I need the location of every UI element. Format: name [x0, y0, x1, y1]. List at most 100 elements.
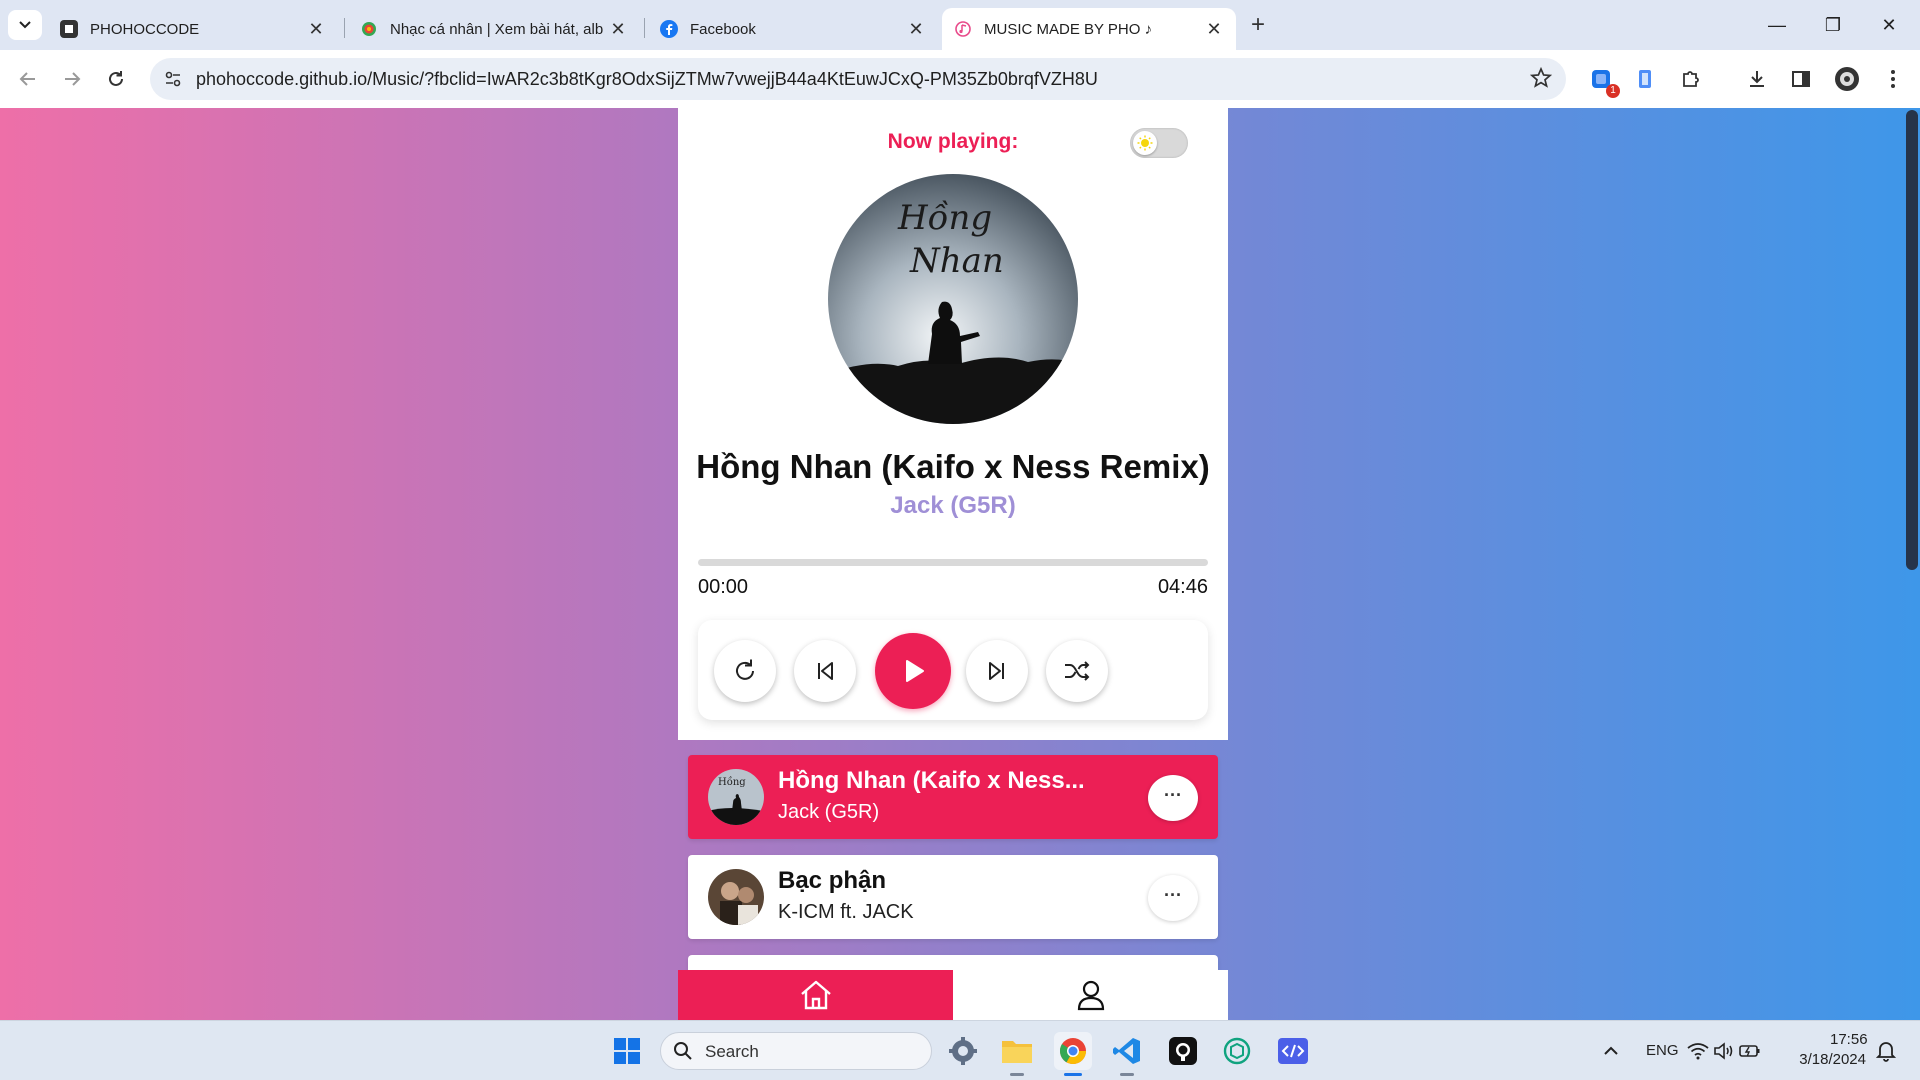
- github-icon: [1169, 1037, 1197, 1065]
- current-time: 00:00: [698, 576, 749, 598]
- close-tab-icon[interactable]: ✕: [906, 19, 926, 40]
- svg-text:Nhan: Nhan: [909, 241, 1004, 281]
- browser-menu-icon[interactable]: [1878, 64, 1908, 94]
- cd-art-text: Hồng: [897, 198, 992, 238]
- theme-toggle[interactable]: [1130, 128, 1188, 158]
- side-panel-icon[interactable]: [1786, 64, 1816, 94]
- back-button[interactable]: [12, 63, 44, 95]
- next-button[interactable]: [966, 640, 1028, 702]
- language-indicator[interactable]: ENG: [1646, 1042, 1679, 1059]
- download-icon[interactable]: [1742, 64, 1772, 94]
- restore-button[interactable]: ❐: [1810, 10, 1856, 40]
- skip-back-icon: [818, 662, 833, 680]
- tab-title: MUSIC MADE BY PHO ♪: [984, 20, 1153, 38]
- close-tab-icon[interactable]: ✕: [608, 19, 628, 40]
- chrome-icon: [1059, 1038, 1087, 1065]
- battery-icon: [1739, 1045, 1760, 1057]
- tab-zingmp3[interactable]: Nhạc cá nhân | Xem bài hát, alb ✕: [348, 8, 640, 50]
- tab-title: Facebook: [690, 20, 756, 38]
- windows-taskbar: Search ENG 17:56 3/18/2024: [0, 1020, 1920, 1080]
- playlist-item[interactable]: Hồng Hồng Nhan (Kaifo x Ness... Jack (G5…: [688, 755, 1218, 839]
- address-bar[interactable]: phohoccode.github.io/Music/?fbclid=IwAR2…: [150, 58, 1566, 100]
- playlist-song-title: Hồng Nhan (Kaifo x Ness...: [778, 767, 1085, 794]
- phohoccode-favicon-icon: [60, 20, 78, 38]
- chevron-up-icon: [1604, 1046, 1618, 1055]
- vscode-icon: [1113, 1038, 1140, 1064]
- tab-title: Nhạc cá nhân | Xem bài hát, alb: [390, 20, 604, 38]
- reload-button[interactable]: [100, 63, 132, 95]
- profile-avatar-icon[interactable]: [1832, 64, 1862, 94]
- play-icon: [906, 660, 924, 682]
- puzzle-extensions-icon[interactable]: [1676, 64, 1706, 94]
- extension-icon[interactable]: 1: [1586, 64, 1620, 98]
- scrollbar-thumb[interactable]: [1906, 110, 1918, 570]
- playlist-item[interactable]: Bạc phận K-ICM ft. JACK ···: [688, 855, 1218, 939]
- chrome-app-button[interactable]: [1054, 1032, 1092, 1076]
- bell-icon: [1876, 1042, 1896, 1062]
- github-app-button[interactable]: [1164, 1032, 1202, 1070]
- new-tab-button[interactable]: +: [1244, 12, 1272, 40]
- prev-button[interactable]: [794, 640, 856, 702]
- dev-tool-app-button[interactable]: [1274, 1032, 1312, 1070]
- tab-search-button[interactable]: [8, 10, 42, 40]
- page-scrollbar[interactable]: [1904, 108, 1920, 1020]
- translate-extension-icon[interactable]: [1630, 64, 1660, 94]
- extension-badge: 1: [1606, 84, 1620, 98]
- vscode-app-button[interactable]: [1108, 1032, 1146, 1076]
- minimize-button[interactable]: —: [1754, 10, 1800, 40]
- clock-time[interactable]: 17:56: [1830, 1031, 1868, 1048]
- url-text: phohoccode.github.io/Music/?fbclid=IwAR2…: [196, 69, 1098, 89]
- progress-slider[interactable]: [698, 559, 1208, 566]
- search-icon: [673, 1041, 693, 1066]
- file-explorer-button[interactable]: [998, 1032, 1036, 1076]
- player-controls: [698, 620, 1208, 720]
- forward-button[interactable]: [56, 63, 88, 95]
- tab-strip: PHOHOCCODE ✕ Nhạc cá nhân | Xem bài hát,…: [0, 0, 1920, 50]
- close-tab-icon[interactable]: ✕: [1204, 19, 1224, 40]
- player-dashboard: Now playing: Hồng Nhan Hồng Nhan (Kaifo …: [678, 108, 1228, 740]
- quick-settings-button[interactable]: [1686, 1032, 1762, 1070]
- volume-icon: [1714, 1042, 1733, 1060]
- start-button[interactable]: [608, 1032, 646, 1070]
- repeat-button[interactable]: [714, 640, 776, 702]
- playlist-song-artist: K-ICM ft. JACK: [778, 901, 914, 923]
- folder-icon: [1002, 1041, 1032, 1063]
- nav-home-button[interactable]: [678, 970, 953, 1020]
- chevron-down-icon: [19, 21, 31, 29]
- chatgpt-app-button[interactable]: [1218, 1032, 1256, 1070]
- tray-overflow-button[interactable]: [1592, 1032, 1630, 1070]
- shuffle-button[interactable]: [1046, 640, 1108, 702]
- song-options-button[interactable]: ···: [1148, 875, 1198, 921]
- running-indicator: [1064, 1073, 1082, 1076]
- bookmark-star-icon[interactable]: [1529, 66, 1553, 94]
- nav-user-button[interactable]: [953, 970, 1228, 1020]
- facebook-favicon-icon: [660, 20, 678, 38]
- taskbar-search[interactable]: Search: [660, 1032, 932, 1070]
- play-button[interactable]: [875, 633, 951, 709]
- site-info-icon[interactable]: [160, 66, 186, 92]
- close-tab-icon[interactable]: ✕: [306, 19, 326, 40]
- song-thumbnail: Hồng: [708, 769, 764, 825]
- tab-title: PHOHOCCODE: [90, 20, 200, 38]
- song-artist: Jack (G5R): [890, 492, 1016, 519]
- arrow-left-icon: [19, 72, 35, 86]
- settings-app-button[interactable]: [944, 1032, 982, 1070]
- search-label: Search: [705, 1042, 759, 1061]
- music-favicon-icon: [954, 20, 972, 38]
- tab-music-player[interactable]: MUSIC MADE BY PHO ♪ ✕: [942, 8, 1236, 50]
- song-options-button[interactable]: ···: [1148, 775, 1198, 821]
- code-brackets-icon: [1278, 1038, 1308, 1064]
- song-thumbnail: [708, 869, 764, 925]
- zingmp3-favicon-icon: [360, 20, 378, 38]
- tab-facebook[interactable]: Facebook ✕: [648, 8, 938, 50]
- chatgpt-icon: [1223, 1037, 1251, 1065]
- notification-button[interactable]: [1866, 1032, 1906, 1070]
- gear-icon: [949, 1037, 977, 1065]
- sun-icon: [1133, 131, 1157, 155]
- shuffle-icon: [1065, 661, 1090, 681]
- tab-phohoccode[interactable]: PHOHOCCODE ✕: [48, 8, 338, 50]
- clock-date[interactable]: 3/18/2024: [1794, 1051, 1866, 1068]
- close-window-button[interactable]: ✕: [1866, 10, 1912, 40]
- skip-forward-icon: [989, 662, 1004, 680]
- playlist-song-artist: Jack (G5R): [778, 801, 880, 823]
